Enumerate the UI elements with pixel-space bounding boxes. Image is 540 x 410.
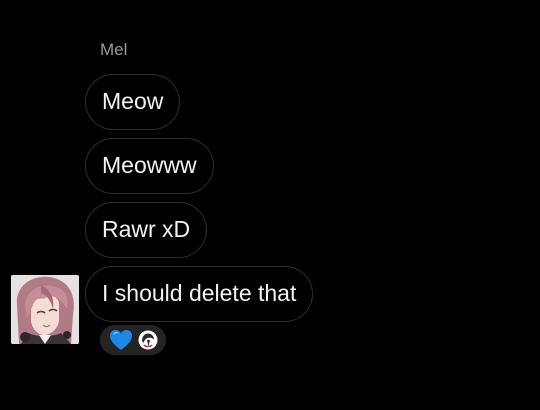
sender-avatar[interactable] (11, 275, 79, 344)
reactor-avatar-icon (138, 330, 158, 350)
message-bubble[interactable]: Meowww (85, 138, 214, 194)
message-text: I should delete that (102, 280, 297, 306)
message-reactions[interactable] (98, 323, 168, 357)
message-text: Rawr xD (102, 216, 191, 242)
message-bubble[interactable]: Meow (85, 74, 181, 130)
blue-heart-icon (109, 329, 133, 351)
sender-name: Mel (100, 40, 128, 59)
message-bubble[interactable]: I should delete that (85, 266, 314, 322)
message-bubble[interactable]: Rawr xD (85, 202, 208, 258)
message-text: Meow (102, 88, 164, 114)
message-text: Meowww (102, 152, 197, 178)
